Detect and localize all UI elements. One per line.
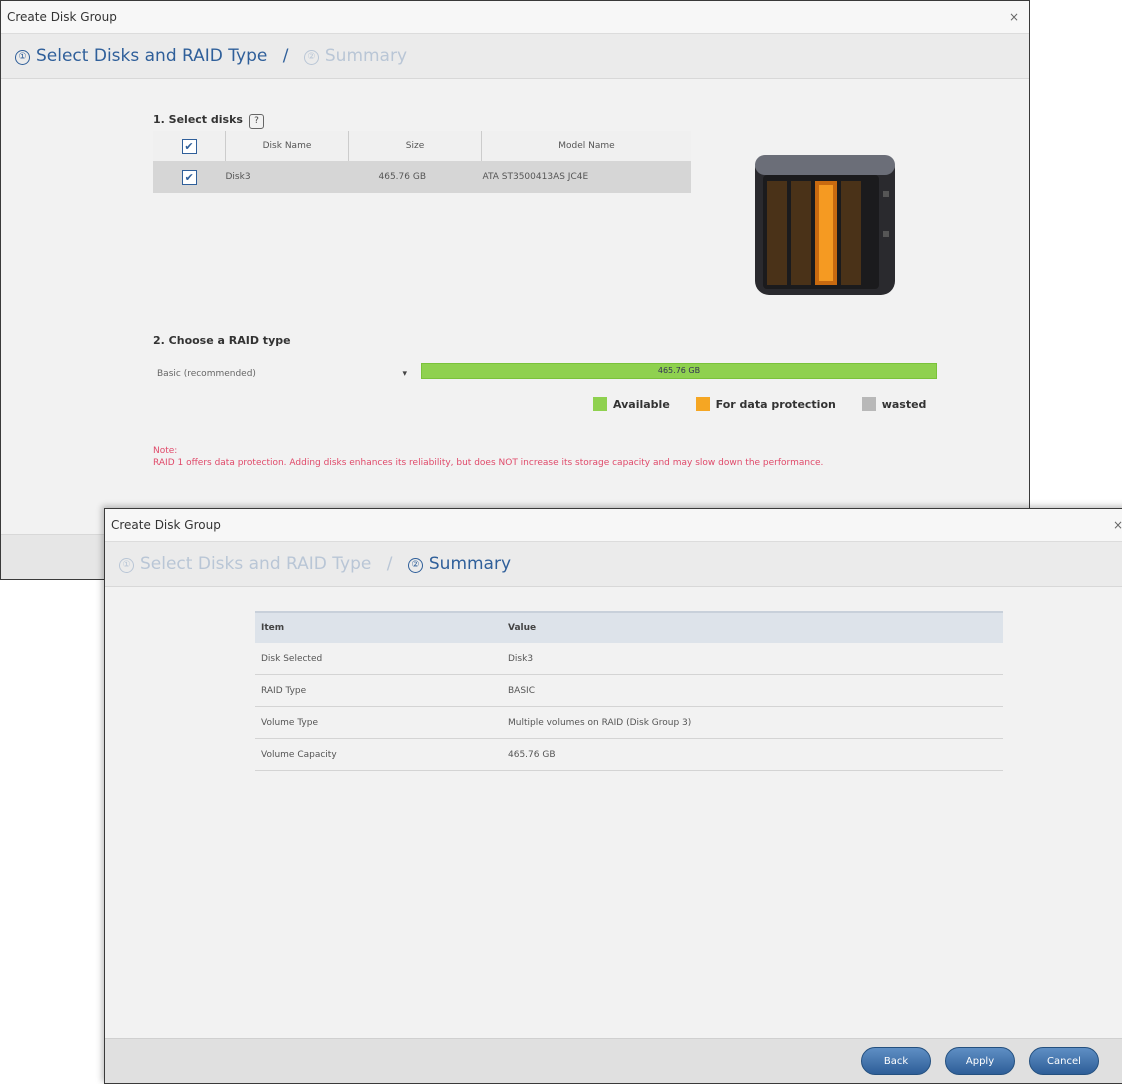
step-indicator: ① Select Disks and RAID Type / ② Summary — [1, 34, 1029, 79]
step-marker: ② — [303, 50, 319, 65]
note-text: RAID 1 offers data protection. Adding di… — [153, 458, 824, 468]
column-header-disk-name: Disk Name — [225, 131, 349, 161]
legend-swatch-wasted — [861, 397, 876, 411]
legend-label: wasted — [881, 398, 927, 411]
value-cell: Multiple volumes on RAID (Disk Group 3) — [502, 706, 1003, 739]
table-row: Volume Type Multiple volumes on RAID (Di… — [255, 706, 1003, 739]
summary-table: Item Value Disk Selected Disk3 RAID Type… — [255, 611, 1003, 771]
value-cell: 465.76 GB — [502, 738, 1003, 771]
raid-type-select[interactable]: Basic (recommended) ▾ — [153, 365, 411, 383]
disk-name-cell: Disk3 — [225, 161, 349, 193]
value-cell: BASIC — [502, 674, 1003, 707]
step-label: Select Disks and RAID Type — [140, 554, 372, 574]
column-header-model-name: Model Name — [481, 131, 691, 161]
item-cell: RAID Type — [255, 674, 502, 707]
legend-label: Available — [613, 398, 670, 411]
table-row: Volume Capacity 465.76 GB — [255, 738, 1003, 771]
step-summary: ② Summary — [303, 46, 408, 66]
step-label: Summary — [428, 554, 512, 574]
step-indicator: ① Select Disks and RAID Type / ② Summary — [105, 542, 1122, 587]
legend-item-wasted: wasted — [861, 397, 927, 411]
cancel-button[interactable]: Cancel — [1029, 1047, 1099, 1075]
create-disk-group-dialog-step1: Create Disk Group × ① Select Disks and RA… — [0, 0, 1030, 580]
select-all-cell: ✔ — [153, 131, 226, 161]
close-icon[interactable]: × — [1009, 1, 1019, 33]
legend-item-available: Available — [593, 397, 670, 411]
table-row[interactable]: ✔ Disk3 465.76 GB ATA ST3500413AS JC4E — [153, 161, 691, 193]
create-disk-group-dialog-summary: Create Disk Group × ① Select Disks and RA… — [104, 508, 1122, 1084]
row-checkbox-cell: ✔ — [153, 161, 226, 193]
step-label: Select Disks and RAID Type — [36, 46, 268, 66]
raid-type-select-value: Basic (recommended) — [157, 369, 256, 379]
choose-raid-type-label: 2. Choose a RAID type — [153, 334, 291, 347]
step-select-disks: ① Select Disks and RAID Type — [15, 46, 267, 66]
nas-device-image — [755, 155, 895, 295]
item-cell: Volume Capacity — [255, 738, 502, 771]
column-header-item: Item — [255, 611, 502, 643]
step-marker: ① — [15, 50, 30, 65]
help-icon[interactable]: ? — [248, 114, 264, 129]
dialog-footer: Back Apply Cancel — [105, 1038, 1122, 1083]
apply-button[interactable]: Apply — [945, 1047, 1015, 1075]
legend-swatch-available — [593, 397, 607, 411]
chevron-down-icon: ▾ — [402, 369, 407, 379]
item-cell: Disk Selected — [255, 643, 502, 675]
legend-swatch-data-protection — [695, 397, 710, 411]
step-marker: ② — [407, 558, 423, 573]
row-checkbox[interactable]: ✔ — [181, 169, 197, 185]
step-summary: ② Summary — [407, 554, 512, 574]
table-header-row: ✔ Disk Name Size Model Name — [153, 131, 691, 161]
table-row: RAID Type BASIC — [255, 674, 1003, 707]
raid-note: Note: RAID 1 offers data protection. Add… — [153, 445, 953, 469]
back-button[interactable]: Back — [861, 1047, 931, 1075]
dialog-title: Create Disk Group — [111, 518, 221, 532]
legend-label: For data protection — [715, 398, 836, 411]
capacity-legend: Available For data protection wasted — [593, 397, 926, 411]
dialog-titlebar: Create Disk Group × — [105, 509, 1122, 542]
step-select-disks: ① Select Disks and RAID Type — [119, 554, 371, 574]
note-title: Note: — [153, 446, 178, 456]
item-cell: Volume Type — [255, 706, 502, 739]
capacity-bar: 465.76 GB — [421, 363, 937, 379]
select-all-checkbox[interactable]: ✔ — [181, 138, 197, 154]
capacity-bar-label: 465.76 GB — [657, 366, 701, 375]
disk-model-cell: ATA ST3500413AS JC4E — [481, 161, 691, 193]
table-row: Disk Selected Disk3 — [255, 643, 1003, 675]
value-cell: Disk3 — [502, 643, 1003, 675]
dialog-title: Create Disk Group — [7, 10, 117, 24]
disk-table: ✔ Disk Name Size Model Name ✔ Disk3 465.… — [153, 131, 691, 193]
column-header-value: Value — [502, 611, 1003, 643]
close-icon[interactable]: × — [1113, 509, 1122, 541]
step-separator: / — [386, 554, 393, 574]
step-marker: ① — [119, 558, 134, 573]
select-disks-label: 1. Select disks? — [153, 113, 264, 129]
table-header-row: Item Value — [255, 611, 1003, 643]
legend-item-data-protection: For data protection — [695, 397, 836, 411]
step-label: Summary — [324, 46, 408, 66]
dialog-titlebar: Create Disk Group × — [1, 1, 1029, 34]
section-label-text: 1. Select disks — [153, 113, 243, 126]
step-separator: / — [282, 46, 289, 66]
column-header-size: Size — [348, 131, 482, 161]
disk-size-cell: 465.76 GB — [348, 161, 482, 193]
